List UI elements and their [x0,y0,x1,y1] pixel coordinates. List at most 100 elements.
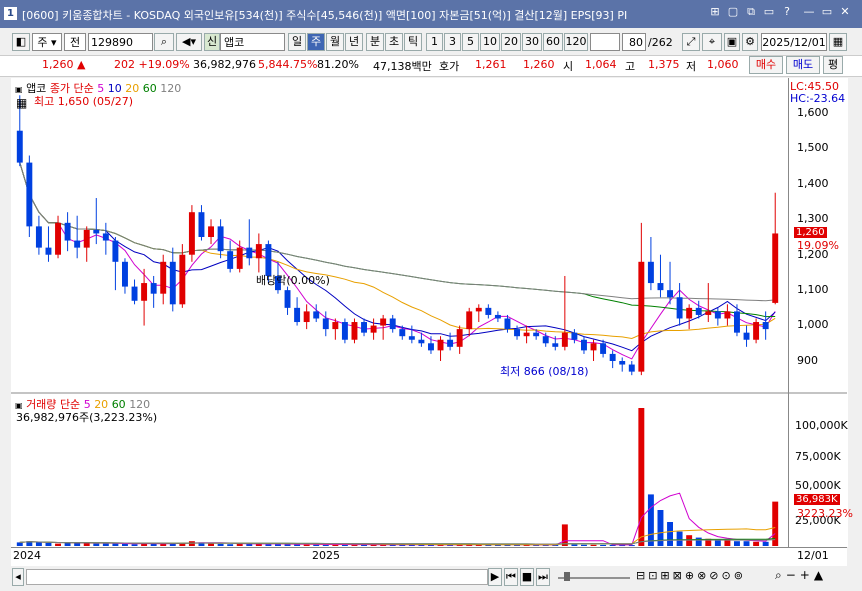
tool-icons[interactable]: ⊟⊡⊞⊠⊕⊗⊘⊙⊚ [636,569,746,582]
ytick-1300: 1,300 [797,212,829,225]
chart-svg[interactable] [11,78,847,547]
restore-icon[interactable]: ▢ [726,5,740,19]
low-label: 저 [686,60,697,73]
candle-body [734,311,740,333]
candle-body [408,336,415,340]
volume-bar [55,543,61,546]
layout-icon[interactable]: ⊞ [708,5,722,19]
scrollbar-track[interactable] [26,569,488,585]
sell-button[interactable]: 매도 [786,56,820,74]
candle-body [102,233,109,241]
dividend-note: 배당락(0.00%) [256,274,330,287]
candle-body [561,332,568,347]
hc-value: HC:-23.64 [790,92,846,105]
xlabel-right: 12/01 [797,549,829,562]
volume-pct: 5,844.75% [258,58,318,71]
tool-icon[interactable]: ⤢ [682,33,700,51]
candle-body [542,336,549,344]
save-icon[interactable]: ▣ [724,33,740,51]
title-bar: 1 [0600] 키움종합차트 - KOSDAQ 외국인보유[534(천)] 주… [0,0,862,28]
period-year[interactable]: 년 [345,33,363,51]
interval-30[interactable]: 30 [522,33,542,51]
candle-body [714,311,721,319]
interval-input[interactable] [590,33,620,51]
interval-3[interactable]: 3 [444,33,461,51]
volume-bar [667,522,673,546]
buy-button[interactable]: 매수 [749,56,783,74]
candle-body [341,322,348,340]
ma-line-10 [19,162,776,352]
ytick-1600: 1,600 [797,106,829,119]
search-icon[interactable]: ⌕ [154,33,174,51]
period-day[interactable]: 일 [288,33,306,51]
period-week[interactable]: 주 [307,33,325,51]
stock-name[interactable]: 앱코 [220,33,285,51]
ytick-900: 900 [797,354,818,367]
date-input[interactable]: 2025/12/01 [761,33,827,51]
open-price: 1,064 [585,58,617,71]
candle-body [112,240,119,262]
rewind-icon[interactable]: ⏮ [504,568,518,586]
volume-bar [112,543,119,546]
code-input[interactable]: 129890 [88,33,153,51]
volume-bar [35,542,42,546]
interval-20[interactable]: 20 [501,33,521,51]
bid-label: 호가 [439,60,460,73]
last-vol-tag: 36,983K [794,494,840,505]
menu-icon[interactable]: ◧ [12,33,30,51]
maximize-icon[interactable]: ▭ [820,5,834,19]
minimize-icon[interactable]: — [802,5,816,19]
count-input[interactable]: 80 [622,33,646,51]
volume-bar [590,544,597,546]
play-icon[interactable]: ▶ [488,568,502,586]
volume-bar [102,543,109,546]
candle-body [705,311,712,315]
candle-body [236,247,243,269]
grid-icon[interactable]: ▦ [16,96,27,110]
candle-body [141,283,148,301]
period-minute[interactable]: 분 [366,33,384,51]
cascade-icon[interactable]: ⧉ [744,5,758,19]
ytick-1000: 1,000 [797,318,829,331]
crosshair-icon[interactable]: ⌖ [702,33,722,51]
xlabel-2025: 2025 [312,549,340,562]
candle-body [667,290,673,298]
average-button[interactable]: 평 [823,56,843,74]
interval-5[interactable]: 5 [462,33,479,51]
candle-body [45,247,52,255]
period-month[interactable]: 월 [326,33,344,51]
period-select[interactable]: 주 ▾ [32,33,62,51]
ytick-1500: 1,500 [797,141,829,154]
calendar-icon[interactable]: ▦ [829,33,847,51]
last-price-tag: 1,260 [794,227,827,238]
period-second[interactable]: 초 [385,33,403,51]
candle-body [380,318,387,326]
interval-10[interactable]: 10 [480,33,500,51]
stop-icon[interactable]: ■ [520,568,534,586]
x-axis [11,547,847,566]
tile-icon[interactable]: ▭ [762,5,776,19]
period-tick[interactable]: 틱 [404,33,422,51]
vol-ytick-100000: 100,000K [795,419,848,432]
interval-1[interactable]: 1 [426,33,443,51]
close-icon[interactable]: ✕ [838,5,852,19]
legend-ma-60: 60 [142,82,157,95]
forward-icon[interactable]: ⏭ [536,568,550,586]
candle-body [150,283,157,294]
current-price: 1,260 ▲ [42,58,86,71]
interval-120[interactable]: 120 [564,33,588,51]
zoom-icons[interactable]: ⌕−+▲ [775,568,827,583]
candle-body [188,212,195,255]
zoom-slider[interactable] [556,569,632,583]
trade-amount: 47,138백만 [373,60,432,73]
high-price: 1,375 [648,58,680,71]
volume-bar [284,544,291,546]
scroll-left-icon[interactable]: ◂ [12,568,24,586]
settings-icon[interactable]: ⚙ [742,33,758,51]
scope-select[interactable]: 전 [64,33,86,51]
speaker-icon[interactable]: ◀▾ [176,33,202,51]
interval-60[interactable]: 60 [543,33,563,51]
help-icon[interactable]: ? [780,5,794,19]
candle-body [494,314,501,319]
volume-bar [227,544,234,546]
